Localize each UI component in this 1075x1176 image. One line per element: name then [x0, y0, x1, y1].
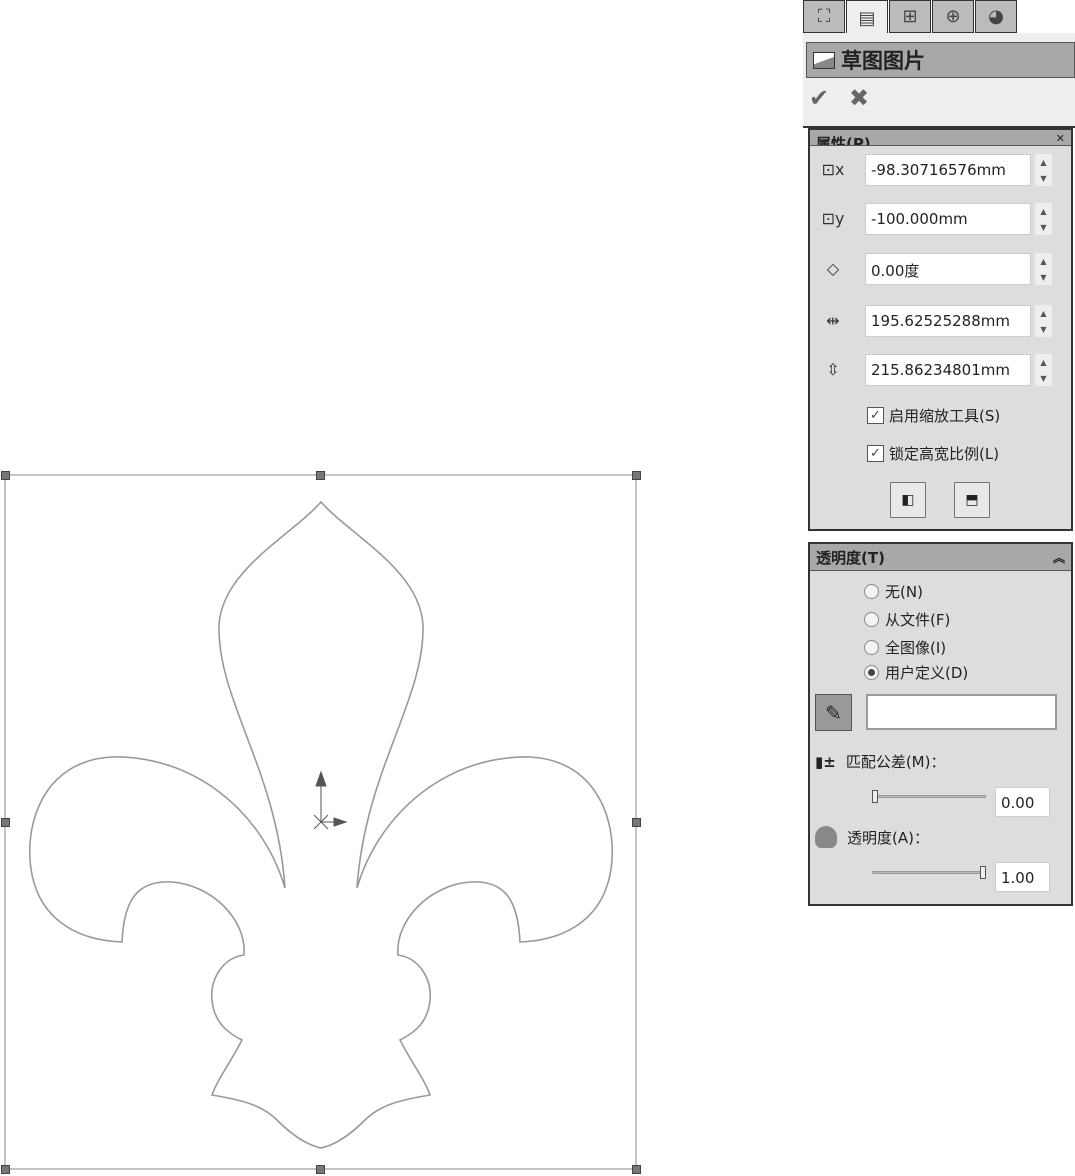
radio-from-file[interactable]: 从文件(F) — [864, 609, 950, 630]
radio-full-image[interactable]: 全图像(I) — [864, 637, 946, 658]
lock-aspect-ratio-checkbox[interactable]: ✓ 锁定高宽比例(L) — [867, 443, 999, 464]
dimxpert-tab[interactable]: ⊕ — [932, 0, 974, 33]
y-position-input[interactable]: -100.000mm — [865, 203, 1031, 235]
fleur-de-lis-outline — [29, 500, 613, 1149]
tolerance-label: 匹配公差(M)： — [845, 753, 946, 771]
property-manager-tab[interactable]: ▤ — [846, 0, 888, 35]
checkbox-checked-icon: ✓ — [867, 445, 884, 462]
dimxpert-icon: ⊕ — [945, 6, 961, 27]
collapse-icon: ✕ — [1055, 132, 1065, 145]
feature-manager-icon: ⛶ — [817, 6, 831, 27]
resize-handle-bottom-right[interactable] — [632, 1165, 641, 1174]
radio-none[interactable]: 无(N) — [864, 581, 923, 602]
transparency-slider[interactable] — [872, 871, 986, 874]
checkbox-checked-icon: ✓ — [867, 407, 884, 424]
transparency-slider-thumb[interactable] — [980, 866, 986, 879]
resize-handle-right[interactable] — [632, 818, 641, 827]
flip-horizontal-button[interactable]: ◧ — [890, 482, 926, 518]
sketch-picture[interactable] — [0, 0, 800, 1176]
tolerance-icon: ▮± — [815, 752, 836, 771]
radio-label: 全图像(I) — [885, 639, 947, 657]
configuration-manager-icon: ⊞ — [902, 6, 918, 27]
enable-scale-tool-checkbox[interactable]: ✓ 启用缩放工具(S) — [867, 405, 1000, 426]
radio-icon — [864, 640, 879, 655]
radio-label: 从文件(F) — [885, 611, 951, 629]
transparency-row: 透明度(A)： — [815, 826, 929, 848]
checkmark-icon: ✔ — [809, 84, 830, 112]
origin-axes-icon — [313, 770, 348, 830]
tolerance-row: ▮± 匹配公差(M)： — [815, 751, 945, 772]
tolerance-value-input[interactable]: 0.00 — [995, 787, 1050, 817]
panel-title-bar: 草图图片 — [806, 42, 1075, 78]
resize-handle-top[interactable] — [316, 471, 325, 480]
transparency-label: 透明度(A)： — [847, 828, 929, 847]
height-spinner[interactable]: ▲ ▼ — [1035, 354, 1052, 386]
angle-icon: ◇ — [826, 258, 840, 278]
close-icon: ✖ — [849, 84, 870, 112]
display-manager-icon: ◕ — [988, 6, 1004, 27]
enable-scale-tool-label: 启用缩放工具(S) — [889, 407, 1001, 425]
configuration-manager-tab[interactable]: ⊞ — [889, 0, 931, 33]
radio-label: 用户定义(D) — [885, 664, 969, 682]
resize-handle-top-right[interactable] — [632, 471, 641, 480]
radio-selected-icon — [864, 665, 879, 680]
width-input[interactable]: 195.62525288mm — [865, 305, 1031, 337]
transparency-icon — [815, 826, 837, 848]
cancel-button[interactable]: ✖ — [849, 84, 869, 112]
transparency-value-input[interactable]: 1.00 — [995, 862, 1050, 892]
collapse-chevron-icon: ︽ — [1052, 550, 1065, 565]
radio-label: 无(N) — [885, 583, 923, 601]
transparency-header[interactable]: 透明度(T) ︽ — [810, 544, 1071, 571]
flip-vertical-button[interactable]: ⬒ — [954, 482, 990, 518]
eyedropper-icon: ✎ — [825, 700, 842, 725]
radio-user-defined[interactable]: 用户定义(D) — [864, 662, 968, 683]
properties-group: 属性(P) ✕ ⊡x -98.30716576mm ▲ ▼ ⊡y -100.000… — [808, 128, 1073, 531]
resize-handle-bottom[interactable] — [316, 1165, 325, 1174]
y-position-spinner[interactable]: ▲ ▼ — [1035, 203, 1052, 235]
properties-header[interactable]: 属性(P) ✕ — [810, 130, 1071, 146]
color-input[interactable] — [866, 694, 1057, 730]
radio-icon — [864, 612, 879, 627]
flip-horizontal-icon: ◧ — [901, 492, 915, 508]
tolerance-slider-thumb[interactable] — [872, 790, 878, 803]
resize-handle-bottom-left[interactable] — [1, 1165, 10, 1174]
height-icon: ⇳ — [826, 359, 840, 379]
tolerance-slider[interactable] — [872, 795, 986, 798]
eyedropper-button[interactable]: ✎ — [815, 694, 852, 731]
display-manager-tab[interactable]: ◕ — [975, 0, 1017, 33]
resize-handle-left[interactable] — [1, 818, 10, 827]
x-position-input[interactable]: -98.30716576mm — [865, 154, 1031, 186]
properties-header-label: 属性(P) — [816, 135, 871, 146]
transparency-group: 透明度(T) ︽ 无(N) 从文件(F) 全图像(I) 用户定义(D) ✎ ▮±… — [808, 542, 1073, 906]
panel-title: 草图图片 — [841, 49, 925, 73]
lock-aspect-ratio-label: 锁定高宽比例(L) — [889, 445, 1000, 463]
x-position-spinner[interactable]: ▲ ▼ — [1035, 154, 1052, 186]
ok-button[interactable]: ✔ — [809, 84, 829, 112]
transparency-header-label: 透明度(T) — [816, 548, 885, 567]
property-manager-icon: ▤ — [858, 7, 876, 29]
feature-manager-tab[interactable]: ⛶ — [803, 0, 845, 33]
height-input[interactable]: 215.86234801mm — [865, 354, 1031, 386]
angle-spinner[interactable]: ▲ ▼ — [1035, 253, 1052, 285]
sketch-canvas[interactable] — [0, 0, 800, 1176]
radio-icon — [864, 584, 879, 599]
width-spinner[interactable]: ▲ ▼ — [1035, 305, 1052, 337]
angle-input[interactable]: 0.00度 — [865, 253, 1031, 285]
property-manager-panel: ⛶ ▤ ⊞ ⊕ ◕ 草图图片 ✔ ✖ 属性(P) ✕ ⊡x -98.307165… — [803, 0, 1075, 908]
flip-vertical-icon: ⬒ — [965, 492, 979, 508]
sketch-picture-icon — [813, 51, 835, 69]
resize-handle-top-left[interactable] — [1, 471, 10, 480]
width-icon: ⇹ — [826, 310, 840, 330]
x-position-icon: ⊡x — [821, 159, 845, 179]
y-position-icon: ⊡y — [821, 208, 845, 228]
